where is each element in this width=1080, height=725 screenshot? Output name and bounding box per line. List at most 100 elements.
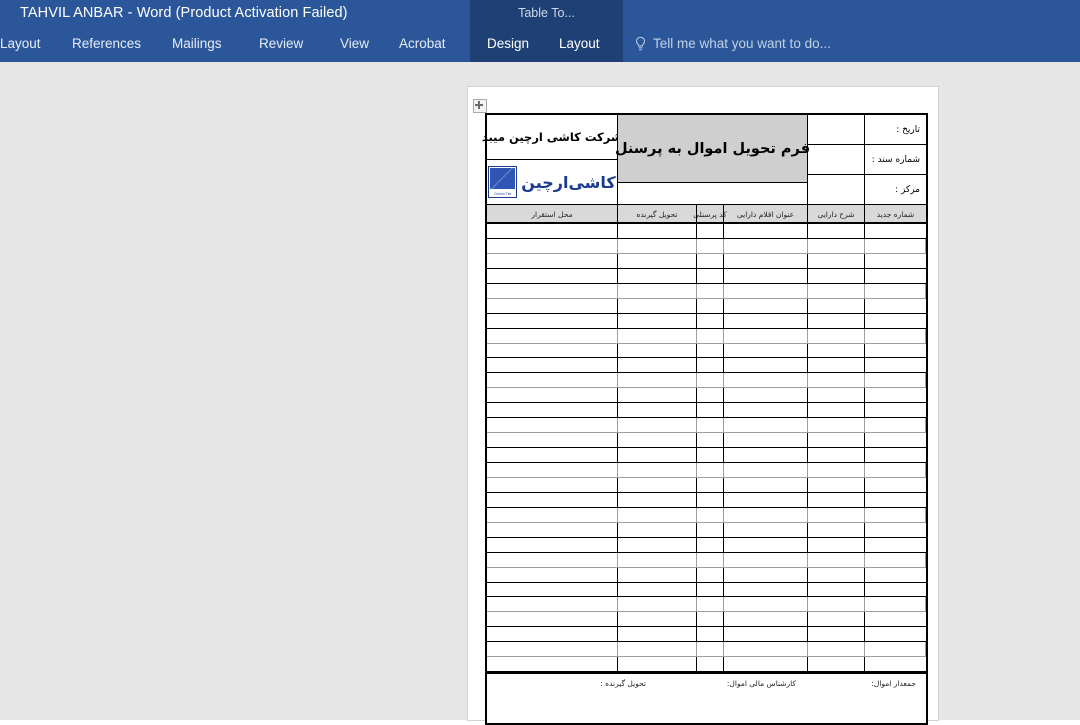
table-row[interactable] — [487, 403, 926, 419]
table-cell[interactable] — [697, 612, 724, 627]
table-cell[interactable] — [487, 627, 618, 642]
table-cell[interactable] — [724, 238, 808, 253]
table-cell[interactable] — [487, 224, 618, 238]
table-cell[interactable] — [865, 344, 926, 358]
table-cell[interactable] — [808, 388, 865, 403]
table-cell[interactable] — [618, 492, 697, 507]
table-row[interactable] — [487, 537, 926, 553]
table-cell[interactable] — [865, 538, 926, 552]
table-cell[interactable] — [724, 343, 808, 358]
table-cell[interactable] — [697, 642, 724, 657]
table-cell[interactable] — [487, 433, 618, 448]
table-cell[interactable] — [724, 477, 808, 492]
table-row[interactable] — [487, 448, 926, 463]
table-cell[interactable] — [724, 224, 808, 238]
table-row[interactable] — [487, 358, 926, 374]
table-cell[interactable] — [808, 373, 865, 388]
table-cell[interactable] — [865, 612, 926, 626]
table-cell[interactable] — [724, 657, 808, 672]
table-row[interactable] — [487, 373, 926, 389]
tab-references[interactable]: References — [72, 33, 141, 55]
table-cell[interactable] — [724, 448, 808, 462]
table-cell[interactable] — [618, 448, 697, 462]
table-cell[interactable] — [808, 418, 865, 433]
table-cell[interactable] — [724, 253, 808, 268]
table-cell[interactable] — [865, 657, 926, 671]
table-row[interactable] — [487, 238, 926, 254]
table-cell[interactable] — [697, 298, 724, 313]
table-cell[interactable] — [618, 522, 697, 537]
table-cell[interactable] — [808, 657, 865, 672]
table-cell[interactable] — [697, 358, 724, 373]
table-cell[interactable] — [724, 642, 808, 657]
table-cell[interactable] — [808, 343, 865, 358]
table-cell[interactable] — [618, 418, 697, 433]
table-cell[interactable] — [865, 299, 926, 313]
table-cell[interactable] — [697, 403, 724, 418]
table-cell[interactable] — [487, 238, 618, 253]
table-cell[interactable] — [724, 552, 808, 567]
table-row[interactable] — [487, 492, 926, 508]
table-cell[interactable] — [697, 373, 724, 388]
table-cell[interactable] — [618, 388, 697, 403]
table-cell[interactable] — [724, 507, 808, 522]
tab-table-layout[interactable]: Layout — [559, 33, 600, 55]
table-cell[interactable] — [618, 238, 697, 253]
table-cell[interactable] — [618, 328, 697, 343]
table-cell[interactable] — [697, 433, 724, 448]
table-cell[interactable] — [697, 477, 724, 492]
table-cell[interactable] — [697, 627, 724, 642]
table-row[interactable] — [487, 612, 926, 628]
table-cell[interactable] — [697, 492, 724, 507]
table-row[interactable] — [487, 283, 926, 299]
table-row[interactable] — [487, 298, 926, 314]
table-cell[interactable] — [487, 388, 618, 403]
table-cell[interactable] — [808, 582, 865, 597]
table-cell[interactable] — [865, 642, 926, 657]
table-cell[interactable] — [865, 493, 926, 507]
table-cell[interactable] — [697, 283, 724, 298]
table-cell[interactable] — [618, 268, 697, 283]
table-cell[interactable] — [865, 627, 926, 641]
table-cell[interactable] — [724, 627, 808, 642]
table-cell[interactable] — [487, 552, 618, 567]
table-cell[interactable] — [618, 627, 697, 642]
tab-review[interactable]: Review — [259, 33, 303, 55]
table-cell[interactable] — [865, 358, 926, 372]
table-cell[interactable] — [724, 403, 808, 418]
table-cell[interactable] — [724, 537, 808, 552]
table-row[interactable] — [487, 418, 926, 434]
table-cell[interactable] — [487, 313, 618, 328]
table-cell[interactable] — [724, 313, 808, 328]
table-cell[interactable] — [618, 433, 697, 448]
table-cell[interactable] — [808, 253, 865, 268]
table-row[interactable] — [487, 253, 926, 269]
table-cell[interactable] — [487, 253, 618, 268]
table-cell[interactable] — [865, 433, 926, 447]
table-cell[interactable] — [487, 522, 618, 537]
table-cell[interactable] — [865, 463, 926, 477]
table-row[interactable] — [487, 268, 926, 284]
table-cell[interactable] — [697, 313, 724, 328]
table-cell[interactable] — [808, 612, 865, 627]
table-row[interactable] — [487, 343, 926, 359]
table-cell[interactable] — [618, 224, 697, 238]
table-cell[interactable] — [618, 642, 697, 657]
table-cell[interactable] — [618, 373, 697, 388]
table-cell[interactable] — [865, 597, 926, 612]
date-value-cell[interactable] — [808, 115, 865, 145]
table-cell[interactable] — [865, 403, 926, 417]
table-cell[interactable] — [618, 343, 697, 358]
table-cell[interactable] — [865, 254, 926, 268]
table-cell[interactable] — [487, 657, 618, 672]
table-cell[interactable] — [865, 523, 926, 537]
table-cell[interactable] — [808, 522, 865, 537]
table-cell[interactable] — [697, 268, 724, 283]
table-cell[interactable] — [697, 507, 724, 522]
table-cell[interactable] — [487, 268, 618, 283]
table-cell[interactable] — [724, 418, 808, 433]
table-cell[interactable] — [808, 298, 865, 313]
table-row[interactable] — [487, 313, 926, 329]
table-cell[interactable] — [724, 388, 808, 403]
table-cell[interactable] — [618, 463, 697, 477]
